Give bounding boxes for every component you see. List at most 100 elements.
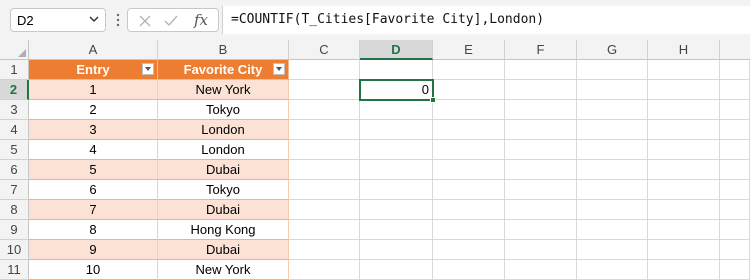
- grid-cell[interactable]: [360, 260, 433, 280]
- grid-cell[interactable]: [648, 140, 720, 160]
- grid-cell[interactable]: [505, 220, 577, 240]
- grid-cell[interactable]: [577, 140, 648, 160]
- row-header-4[interactable]: 4: [0, 120, 29, 140]
- grid-cell[interactable]: [433, 200, 505, 220]
- row-header-6[interactable]: 6: [0, 160, 29, 180]
- grid-cell[interactable]: [360, 60, 433, 80]
- grid-cell[interactable]: [505, 260, 577, 280]
- grid-cell[interactable]: [648, 100, 720, 120]
- grid-cell[interactable]: [360, 220, 433, 240]
- grid-cell[interactable]: [577, 120, 648, 140]
- table-cell-entry[interactable]: 9: [29, 240, 158, 260]
- grid-cell[interactable]: [648, 120, 720, 140]
- grid-cell[interactable]: [720, 160, 750, 180]
- grid-cell[interactable]: [577, 80, 648, 100]
- grid-cell[interactable]: [720, 220, 750, 240]
- grid-cell[interactable]: [360, 160, 433, 180]
- grid-cell[interactable]: [433, 240, 505, 260]
- table-cell-entry[interactable]: 5: [29, 160, 158, 180]
- grid-cell[interactable]: [720, 180, 750, 200]
- grid-cell[interactable]: [433, 160, 505, 180]
- table-cell-city[interactable]: Hong Kong: [158, 220, 289, 240]
- table-cell-entry[interactable]: 6: [29, 180, 158, 200]
- table-cell-entry[interactable]: 2: [29, 100, 158, 120]
- grid-cell[interactable]: [289, 220, 360, 240]
- column-header-g[interactable]: G: [577, 40, 648, 60]
- grid-cell[interactable]: [360, 240, 433, 260]
- enter-check-icon[interactable]: [162, 13, 180, 29]
- table-cell-entry[interactable]: 4: [29, 140, 158, 160]
- grid-cell[interactable]: [505, 100, 577, 120]
- table-cell-city[interactable]: Dubai: [158, 240, 289, 260]
- grid-cell[interactable]: [648, 160, 720, 180]
- row-header-11[interactable]: 11: [0, 260, 29, 280]
- grid-cell[interactable]: [289, 140, 360, 160]
- chevron-down-icon[interactable]: [88, 12, 100, 26]
- grid-cell[interactable]: [720, 200, 750, 220]
- grid-cell[interactable]: [505, 140, 577, 160]
- row-header-10[interactable]: 10: [0, 240, 29, 260]
- table-cell-entry[interactable]: 3: [29, 120, 158, 140]
- filter-dropdown-icon[interactable]: [142, 63, 154, 75]
- filter-dropdown-icon[interactable]: [273, 63, 285, 75]
- grid-cell[interactable]: [505, 60, 577, 80]
- grid-cell[interactable]: [577, 240, 648, 260]
- grid-cell[interactable]: [289, 120, 360, 140]
- column-header-a[interactable]: A: [29, 40, 158, 60]
- grid-cell[interactable]: [720, 140, 750, 160]
- grid-cell[interactable]: [720, 60, 750, 80]
- grid-cell[interactable]: [505, 120, 577, 140]
- grid-cell[interactable]: [360, 120, 433, 140]
- fill-handle[interactable]: [430, 97, 436, 103]
- cancel-icon[interactable]: [136, 13, 154, 29]
- row-header-2[interactable]: 2: [0, 80, 29, 100]
- table-cell-entry[interactable]: 10: [29, 260, 158, 280]
- grid-cell[interactable]: [505, 240, 577, 260]
- row-header-3[interactable]: 3: [0, 100, 29, 120]
- table-cell-city[interactable]: Dubai: [158, 160, 289, 180]
- grid-cell[interactable]: [505, 80, 577, 100]
- select-all-corner[interactable]: [0, 40, 29, 60]
- column-header-f[interactable]: F: [505, 40, 577, 60]
- column-header-h[interactable]: H: [648, 40, 720, 60]
- grid-cell[interactable]: [433, 80, 505, 100]
- grid-cell[interactable]: [289, 80, 360, 100]
- grid-cell[interactable]: [505, 180, 577, 200]
- grid-cell[interactable]: [648, 180, 720, 200]
- grid-cell[interactable]: [433, 180, 505, 200]
- table-cell-entry[interactable]: 7: [29, 200, 158, 220]
- grid-cell[interactable]: [433, 140, 505, 160]
- grid-cell[interactable]: [648, 80, 720, 100]
- grid-cell[interactable]: [360, 200, 433, 220]
- grid-cell[interactable]: [433, 260, 505, 280]
- table-cell-city[interactable]: Tokyo: [158, 180, 289, 200]
- grid-cell[interactable]: [289, 60, 360, 80]
- row-header-5[interactable]: 5: [0, 140, 29, 160]
- table-cell-city[interactable]: London: [158, 120, 289, 140]
- table-cell-city[interactable]: Dubai: [158, 200, 289, 220]
- grid-cell[interactable]: [720, 120, 750, 140]
- grid-cell[interactable]: [720, 260, 750, 280]
- grid-cell[interactable]: [360, 100, 433, 120]
- grid-cell[interactable]: [433, 100, 505, 120]
- row-header-9[interactable]: 9: [0, 220, 29, 240]
- grid-cell[interactable]: [577, 60, 648, 80]
- column-header-c[interactable]: C: [289, 40, 360, 60]
- grid-cell[interactable]: [505, 160, 577, 180]
- grid-cell[interactable]: [648, 240, 720, 260]
- name-box[interactable]: D2: [10, 8, 106, 32]
- grid-cell[interactable]: [360, 180, 433, 200]
- grid-cell[interactable]: [433, 60, 505, 80]
- column-header-d[interactable]: D: [360, 40, 433, 60]
- grid-cell[interactable]: [433, 120, 505, 140]
- grid-cell[interactable]: [577, 180, 648, 200]
- grid-cell[interactable]: [577, 260, 648, 280]
- table-header-entry[interactable]: Entry: [29, 60, 158, 80]
- grid-cell[interactable]: [289, 100, 360, 120]
- grid-cell[interactable]: [360, 140, 433, 160]
- grid-cell[interactable]: [720, 80, 750, 100]
- row-header-8[interactable]: 8: [0, 200, 29, 220]
- grid-cell[interactable]: [289, 240, 360, 260]
- grid-cell[interactable]: [505, 200, 577, 220]
- grid-cell[interactable]: [648, 260, 720, 280]
